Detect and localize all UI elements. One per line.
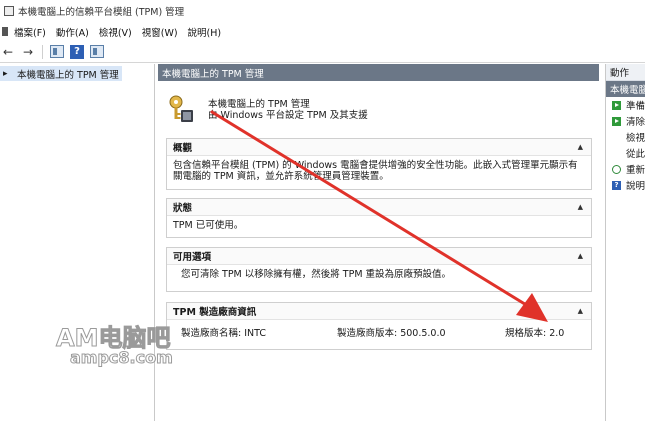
overview-title: 概觀 — [173, 143, 193, 154]
actions-section[interactable]: 本機電腦 — [606, 81, 645, 97]
forward-arrow-icon[interactable]: → — [20, 44, 36, 60]
manufacturer-panel: TPM 製造廠商資訊 ▲ 製造廠商名稱: INTC 製造廠商版本: 500.5.… — [166, 302, 592, 350]
tree-item-tpm[interactable]: ▸ 本機電腦上的 TPM 管理 — [0, 66, 122, 81]
manufacturer-name: 製造廠商名稱: INTC — [181, 328, 267, 339]
menu-window[interactable]: 視窗(W) — [142, 25, 178, 39]
window-title: 本機電腦上的信賴平台模組 (TPM) 管理 — [18, 7, 185, 18]
manufacturer-header[interactable]: TPM 製造廠商資訊 ▲ — [167, 303, 591, 320]
toolbar: ← → ? — [0, 41, 645, 63]
action-prepare[interactable]: 準備 — [606, 97, 645, 113]
menu-view[interactable]: 檢視(V) — [99, 25, 132, 39]
center-pane: 本機電腦上的 TPM 管理 本機電腦上的 TPM 管理 由 Windows 平台… — [158, 64, 599, 421]
status-text: TPM 已可使用。 — [173, 220, 244, 231]
options-header[interactable]: 可用選項 ▲ — [167, 248, 591, 265]
manufacturer-row: 製造廠商名稱: INTC 製造廠商版本: 500.5.0.0 規格版本: 2.0 — [173, 325, 585, 339]
action-clear[interactable]: 清除 — [606, 113, 645, 129]
overview-header[interactable]: 概觀 ▲ — [167, 139, 591, 156]
collapse-up-icon[interactable]: ▲ — [578, 203, 583, 211]
toolbar-separator — [42, 44, 43, 59]
action-label: 重新 — [626, 165, 645, 176]
status-header[interactable]: 狀態 ▲ — [167, 199, 591, 216]
manufacturer-version: 製造廠商版本: 500.5.0.0 — [337, 328, 446, 339]
menu-help[interactable]: 說明(H) — [188, 25, 222, 39]
title-bar: 本機電腦上的信賴平台模組 (TPM) 管理 — [0, 0, 645, 22]
menu-action[interactable]: 動作(A) — [56, 25, 89, 39]
action-label: 從此 — [626, 149, 645, 160]
options-text: 您可清除 TPM 以移除擁有權，然後將 TPM 重設為原廠預設值。 — [181, 269, 452, 280]
action-label: 清除 — [626, 117, 645, 128]
action-label: 檢視 — [626, 133, 645, 144]
actions-header: 動作 — [606, 64, 645, 81]
panel-icon[interactable] — [89, 44, 105, 60]
play-icon — [612, 116, 621, 126]
console-tree-icon[interactable] — [49, 44, 65, 60]
collapse-up-icon[interactable]: ▲ — [578, 252, 583, 260]
system-menu-icon[interactable] — [2, 27, 8, 36]
collapse-up-icon[interactable]: ▲ — [578, 307, 583, 315]
help-icon: ? — [612, 180, 621, 190]
action-label: 準備 — [626, 101, 645, 112]
spec-version: 規格版本: 2.0 — [505, 328, 565, 339]
action-from[interactable]: 從此 — [606, 145, 645, 161]
options-panel: 可用選項 ▲ 您可清除 TPM 以移除擁有權，然後將 TPM 重設為原廠預設值。 — [166, 247, 592, 292]
tree-item-label: 本機電腦上的 TPM 管理 — [17, 69, 119, 81]
blank-icon — [612, 149, 621, 158]
overview-text: 包含信賴平台模組 (TPM) 的 Windows 電腦會提供增強的安全性功能。此… — [173, 160, 578, 182]
tpm-key-icon — [169, 95, 193, 122]
expand-arrow-icon[interactable]: ▸ — [3, 69, 13, 79]
play-icon — [612, 100, 621, 110]
intro-block: 本機電腦上的 TPM 管理 由 Windows 平台設定 TPM 及其支援 — [168, 90, 588, 126]
overview-panel: 概觀 ▲ 包含信賴平台模組 (TPM) 的 Windows 電腦會提供增強的安全… — [166, 138, 592, 190]
action-refresh[interactable]: 重新 — [606, 161, 645, 177]
intro-subtitle: 由 Windows 平台設定 TPM 及其支援 — [208, 110, 368, 121]
refresh-icon — [612, 164, 621, 174]
help-icon[interactable]: ? — [69, 44, 85, 60]
blank-icon — [612, 133, 621, 142]
action-help[interactable]: ? 說明 — [606, 177, 645, 193]
back-arrow-icon[interactable]: ← — [0, 44, 16, 60]
menu-file[interactable]: 檔案(F) — [14, 25, 46, 39]
status-panel: 狀態 ▲ TPM 已可使用。 — [166, 198, 592, 238]
manufacturer-title: TPM 製造廠商資訊 — [173, 307, 257, 318]
app-icon — [4, 6, 14, 16]
action-label: 說明 — [626, 181, 645, 192]
action-view[interactable]: 檢視 — [606, 129, 645, 145]
options-title: 可用選項 — [173, 252, 212, 263]
collapse-up-icon[interactable]: ▲ — [578, 143, 583, 151]
actions-pane: 動作 本機電腦 準備 清除 檢視 從此 重新 ? 說明 — [605, 64, 645, 421]
console-tree: ▸ 本機電腦上的 TPM 管理 — [0, 64, 155, 421]
menu-bar: 檔案(F) 動作(A) 檢視(V) 視窗(W) 說明(H) — [0, 22, 645, 41]
status-title: 狀態 — [173, 203, 193, 214]
center-header: 本機電腦上的 TPM 管理 — [158, 64, 599, 81]
